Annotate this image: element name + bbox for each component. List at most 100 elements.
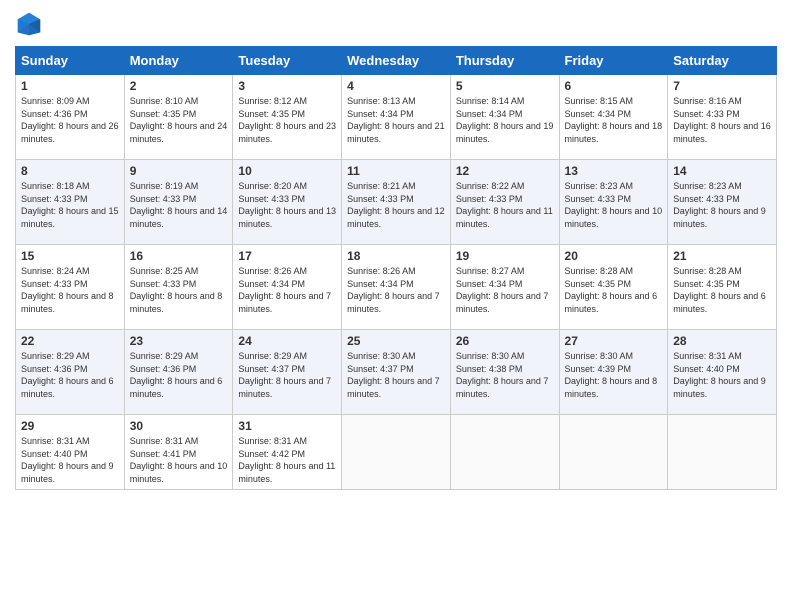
calendar: SundayMondayTuesdayWednesdayThursdayFrid… [15,46,777,490]
day-info: Sunrise: 8:09 AMSunset: 4:36 PMDaylight:… [21,95,119,145]
day-number: 16 [130,249,228,263]
calendar-cell: 26 Sunrise: 8:30 AMSunset: 4:38 PMDayligh… [450,330,559,415]
day-number: 7 [673,79,771,93]
calendar-cell: 1 Sunrise: 8:09 AMSunset: 4:36 PMDaylight… [16,75,125,160]
calendar-cell [342,415,451,490]
day-info: Sunrise: 8:26 AMSunset: 4:34 PMDaylight:… [238,265,336,315]
day-number: 14 [673,164,771,178]
day-info: Sunrise: 8:10 AMSunset: 4:35 PMDaylight:… [130,95,228,145]
day-info: Sunrise: 8:31 AMSunset: 4:40 PMDaylight:… [21,435,119,485]
main-container: SundayMondayTuesdayWednesdayThursdayFrid… [0,0,792,500]
calendar-cell: 14 Sunrise: 8:23 AMSunset: 4:33 PMDayligh… [668,160,777,245]
day-info: Sunrise: 8:23 AMSunset: 4:33 PMDaylight:… [673,180,771,230]
header-wednesday: Wednesday [342,47,451,75]
day-info: Sunrise: 8:29 AMSunset: 4:36 PMDaylight:… [130,350,228,400]
header-friday: Friday [559,47,668,75]
calendar-cell: 20Sunrise: 8:28 AMSunset: 4:35 PMDayligh… [559,245,668,330]
header-monday: Monday [124,47,233,75]
day-info: Sunrise: 8:22 AMSunset: 4:33 PMDaylight:… [456,180,554,230]
day-info: Sunrise: 8:19 AMSunset: 4:33 PMDaylight:… [130,180,228,230]
day-number: 4 [347,79,445,93]
day-number: 9 [130,164,228,178]
day-number: 1 [21,79,119,93]
calendar-cell: 21Sunrise: 8:28 AMSunset: 4:35 PMDayligh… [668,245,777,330]
day-info: Sunrise: 8:31 AMSunset: 4:42 PMDaylight:… [238,435,336,485]
day-number: 23 [130,334,228,348]
calendar-week-3: 15 Sunrise: 8:24 AMSunset: 4:33 PMDayligh… [16,245,777,330]
calendar-cell [559,415,668,490]
calendar-cell: 27 Sunrise: 8:30 AMSunset: 4:39 PMDayligh… [559,330,668,415]
day-number: 24 [238,334,336,348]
day-info: Sunrise: 8:30 AMSunset: 4:38 PMDaylight:… [456,350,554,400]
day-number: 20 [565,249,663,263]
day-number: 15 [21,249,119,263]
day-number: 5 [456,79,554,93]
calendar-header-row: SundayMondayTuesdayWednesdayThursdayFrid… [16,47,777,75]
day-number: 6 [565,79,663,93]
day-info: Sunrise: 8:16 AMSunset: 4:33 PMDaylight:… [673,95,771,145]
day-number: 27 [565,334,663,348]
day-info: Sunrise: 8:29 AMSunset: 4:36 PMDaylight:… [21,350,119,400]
header-thursday: Thursday [450,47,559,75]
calendar-cell: 13 Sunrise: 8:23 AMSunset: 4:33 PMDayligh… [559,160,668,245]
calendar-week-2: 8Sunrise: 8:18 AMSunset: 4:33 PMDaylight… [16,160,777,245]
day-number: 25 [347,334,445,348]
day-number: 13 [565,164,663,178]
day-info: Sunrise: 8:31 AMSunset: 4:40 PMDaylight:… [673,350,771,400]
logo-icon [15,10,43,38]
calendar-week-1: 1 Sunrise: 8:09 AMSunset: 4:36 PMDaylight… [16,75,777,160]
calendar-cell [668,415,777,490]
calendar-cell: 8Sunrise: 8:18 AMSunset: 4:33 PMDaylight… [16,160,125,245]
day-info: Sunrise: 8:26 AMSunset: 4:34 PMDaylight:… [347,265,445,315]
day-info: Sunrise: 8:21 AMSunset: 4:33 PMDaylight:… [347,180,445,230]
calendar-cell [450,415,559,490]
day-number: 28 [673,334,771,348]
calendar-cell: 23 Sunrise: 8:29 AMSunset: 4:36 PMDayligh… [124,330,233,415]
calendar-cell: 30Sunrise: 8:31 AMSunset: 4:41 PMDayligh… [124,415,233,490]
calendar-cell: 9 Sunrise: 8:19 AMSunset: 4:33 PMDaylight… [124,160,233,245]
day-number: 3 [238,79,336,93]
day-info: Sunrise: 8:14 AMSunset: 4:34 PMDaylight:… [456,95,554,145]
calendar-cell: 6 Sunrise: 8:15 AMSunset: 4:34 PMDaylight… [559,75,668,160]
day-number: 31 [238,419,336,433]
day-info: Sunrise: 8:23 AMSunset: 4:33 PMDaylight:… [565,180,663,230]
calendar-cell: 18Sunrise: 8:26 AMSunset: 4:34 PMDayligh… [342,245,451,330]
calendar-week-4: 22 Sunrise: 8:29 AMSunset: 4:36 PMDayligh… [16,330,777,415]
logo [15,10,45,38]
calendar-cell: 4 Sunrise: 8:13 AMSunset: 4:34 PMDaylight… [342,75,451,160]
calendar-cell: 22 Sunrise: 8:29 AMSunset: 4:36 PMDayligh… [16,330,125,415]
day-number: 17 [238,249,336,263]
day-info: Sunrise: 8:15 AMSunset: 4:34 PMDaylight:… [565,95,663,145]
day-info: Sunrise: 8:30 AMSunset: 4:37 PMDaylight:… [347,350,445,400]
calendar-cell: 19Sunrise: 8:27 AMSunset: 4:34 PMDayligh… [450,245,559,330]
calendar-cell: 16 Sunrise: 8:25 AMSunset: 4:33 PMDayligh… [124,245,233,330]
day-number: 10 [238,164,336,178]
calendar-cell: 11 Sunrise: 8:21 AMSunset: 4:33 PMDayligh… [342,160,451,245]
day-number: 8 [21,164,119,178]
calendar-cell: 7 Sunrise: 8:16 AMSunset: 4:33 PMDaylight… [668,75,777,160]
header-tuesday: Tuesday [233,47,342,75]
calendar-cell: 31 Sunrise: 8:31 AMSunset: 4:42 PMDayligh… [233,415,342,490]
day-number: 26 [456,334,554,348]
day-number: 11 [347,164,445,178]
header [15,10,777,38]
day-info: Sunrise: 8:28 AMSunset: 4:35 PMDaylight:… [673,265,771,315]
calendar-cell: 15 Sunrise: 8:24 AMSunset: 4:33 PMDayligh… [16,245,125,330]
calendar-week-5: 29 Sunrise: 8:31 AMSunset: 4:40 PMDayligh… [16,415,777,490]
day-info: Sunrise: 8:20 AMSunset: 4:33 PMDaylight:… [238,180,336,230]
calendar-cell: 28 Sunrise: 8:31 AMSunset: 4:40 PMDayligh… [668,330,777,415]
day-info: Sunrise: 8:29 AMSunset: 4:37 PMDaylight:… [238,350,336,400]
day-info: Sunrise: 8:13 AMSunset: 4:34 PMDaylight:… [347,95,445,145]
calendar-cell: 24 Sunrise: 8:29 AMSunset: 4:37 PMDayligh… [233,330,342,415]
calendar-cell: 10 Sunrise: 8:20 AMSunset: 4:33 PMDayligh… [233,160,342,245]
day-number: 12 [456,164,554,178]
calendar-cell: 25 Sunrise: 8:30 AMSunset: 4:37 PMDayligh… [342,330,451,415]
day-number: 22 [21,334,119,348]
day-number: 29 [21,419,119,433]
day-info: Sunrise: 8:30 AMSunset: 4:39 PMDaylight:… [565,350,663,400]
calendar-cell: 3Sunrise: 8:12 AMSunset: 4:35 PMDaylight… [233,75,342,160]
day-info: Sunrise: 8:24 AMSunset: 4:33 PMDaylight:… [21,265,119,315]
day-number: 2 [130,79,228,93]
day-number: 19 [456,249,554,263]
day-info: Sunrise: 8:25 AMSunset: 4:33 PMDaylight:… [130,265,228,315]
